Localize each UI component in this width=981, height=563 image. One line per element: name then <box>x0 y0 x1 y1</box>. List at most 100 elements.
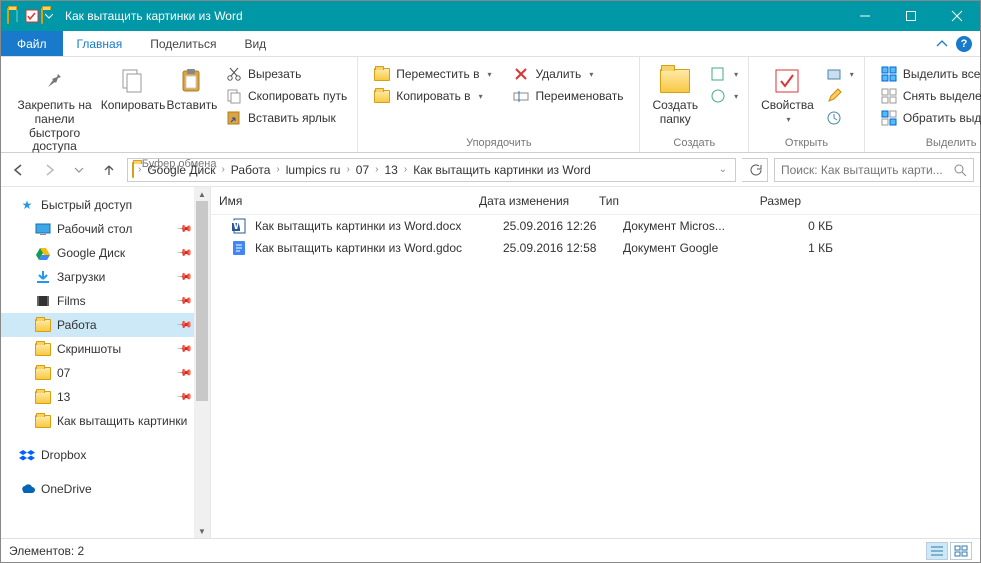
edit-button[interactable] <box>822 87 858 105</box>
sidebar-item-downloads[interactable]: Загрузки📌 <box>1 265 210 289</box>
col-date[interactable]: Дата изменения <box>479 194 599 208</box>
sidebar-item-gdrive[interactable]: Google Диск📌 <box>1 241 210 265</box>
sidebar-item-films[interactable]: Films📌 <box>1 289 210 313</box>
crumb-3[interactable]: 07 <box>352 163 373 177</box>
refresh-button[interactable] <box>742 158 768 182</box>
film-icon <box>35 293 51 309</box>
tab-file[interactable]: Файл <box>1 31 63 56</box>
pin-to-quick-access-button[interactable]: Закрепить на панели быстрого доступа <box>7 61 102 154</box>
ribbon-group-create: Создать папку ▾ ▾ Создать <box>640 57 749 152</box>
history-button[interactable] <box>822 109 858 127</box>
sidebar-dropbox[interactable]: Dropbox <box>1 443 210 467</box>
col-name[interactable]: Имя <box>219 194 479 208</box>
scroll-down-icon[interactable]: ▼ <box>194 524 210 538</box>
crumb-1[interactable]: Работа <box>227 163 275 177</box>
delete-button[interactable]: Удалить▾ <box>509 65 627 83</box>
col-type[interactable]: Тип <box>599 194 729 208</box>
tab-share[interactable]: Поделиться <box>136 31 230 56</box>
minimize-button[interactable] <box>842 1 888 31</box>
search-box[interactable] <box>774 158 974 182</box>
help-button[interactable]: ? <box>956 36 972 52</box>
copy-button[interactable]: Копировать <box>104 61 162 113</box>
organize-group-label: Упорядочить <box>358 137 639 152</box>
star-icon: ★ <box>19 197 35 213</box>
scissors-icon <box>226 66 242 82</box>
close-button[interactable] <box>934 1 980 31</box>
rename-button[interactable]: Переименовать <box>509 87 627 105</box>
file-date: 25.09.2016 12:58 <box>503 241 623 255</box>
nav-up-button[interactable] <box>97 158 121 182</box>
file-size: 1 КБ <box>753 241 833 255</box>
copy-to-button[interactable]: Копировать в▾ <box>370 87 495 105</box>
file-type: Документ Micros... <box>623 219 753 233</box>
tab-home[interactable]: Главная <box>63 31 137 56</box>
address-dropdown-icon[interactable]: ⌄ <box>713 164 733 175</box>
qat-explorer-icon[interactable] <box>7 9 9 23</box>
search-icon <box>953 163 967 177</box>
crumb-5[interactable]: Как вытащить картинки из Word <box>409 163 595 177</box>
sidebar-item-desktop[interactable]: Рабочий стол📌 <box>1 217 210 241</box>
new-folder-icon <box>659 65 691 97</box>
new-item-button[interactable]: ▾ <box>706 65 742 83</box>
window-title: Как вытащить картинки из Word <box>59 9 842 23</box>
maximize-button[interactable] <box>888 1 934 31</box>
address-bar[interactable]: › Google Диск› Работа› lumpics ru› 07› 1… <box>127 158 736 182</box>
ribbon-group-clipboard: Закрепить на панели быстрого доступа Коп… <box>1 57 358 152</box>
sidebar-item-13[interactable]: 13📌 <box>1 385 210 409</box>
pin-icon: 📌 <box>175 221 192 238</box>
cut-button[interactable]: Вырезать <box>222 65 351 83</box>
sidebar-item-screenshots[interactable]: Скриншоты📌 <box>1 337 210 361</box>
search-input[interactable] <box>781 163 953 177</box>
invert-selection-button[interactable]: Обратить выделение <box>877 109 981 127</box>
sidebar-item-label: Загрузки <box>57 270 105 284</box>
properties-button[interactable]: Свойства ▾ <box>755 61 820 124</box>
paste-button[interactable]: Вставить <box>164 61 220 113</box>
paste-icon <box>176 65 208 97</box>
paste-shortcut-icon <box>226 110 242 126</box>
delete-label: Удалить <box>535 67 581 81</box>
select-none-button[interactable]: Снять выделение <box>877 87 981 105</box>
sidebar-quick-access[interactable]: ★Быстрый доступ <box>1 193 210 217</box>
view-icons-button[interactable] <box>950 542 972 560</box>
move-to-icon <box>374 66 390 82</box>
sidebar-item-07[interactable]: 07📌 <box>1 361 210 385</box>
view-details-button[interactable] <box>926 542 948 560</box>
sidebar-onedrive[interactable]: OneDrive <box>1 477 210 501</box>
sidebar-item-work[interactable]: Работа📌 <box>1 313 210 337</box>
nav-back-button[interactable] <box>7 158 31 182</box>
qat <box>1 9 59 23</box>
qat-folder-icon[interactable] <box>41 9 43 23</box>
new-folder-button[interactable]: Создать папку <box>646 61 704 127</box>
open-button[interactable]: ▾ <box>822 65 858 83</box>
file-row[interactable]: W Как вытащить картинки из Word.docx 25.… <box>211 215 980 237</box>
titlebar: Как вытащить картинки из Word <box>1 1 980 31</box>
svg-text:W: W <box>233 218 245 232</box>
sidebar-onedrive-label: OneDrive <box>41 482 92 496</box>
move-to-button[interactable]: Переместить в▾ <box>370 65 495 83</box>
file-row[interactable]: Как вытащить картинки из Word.gdoc 25.09… <box>211 237 980 259</box>
sidebar-item-current[interactable]: Как вытащить картинки <box>1 409 210 433</box>
scroll-thumb[interactable] <box>196 201 208 401</box>
crumb-4[interactable]: 13 <box>380 163 401 177</box>
nav-forward-button[interactable] <box>37 158 61 182</box>
invert-selection-icon <box>881 110 897 126</box>
sidebar-scrollbar[interactable]: ▲ ▼ <box>194 187 210 538</box>
nav-recent-button[interactable] <box>67 158 91 182</box>
folder-icon <box>35 389 51 405</box>
sidebar-item-label: Работа <box>57 318 97 332</box>
qat-dropdown-icon[interactable] <box>45 12 53 20</box>
ribbon-collapse-icon[interactable] <box>936 38 948 50</box>
easy-access-button[interactable]: ▾ <box>706 87 742 105</box>
paste-shortcut-button[interactable]: Вставить ярлык <box>222 109 351 127</box>
col-size[interactable]: Размер <box>729 194 809 208</box>
scroll-up-icon[interactable]: ▲ <box>194 187 210 201</box>
select-all-button[interactable]: Выделить все <box>877 65 981 83</box>
tab-view[interactable]: Вид <box>230 31 280 56</box>
rename-label: Переименовать <box>535 89 623 103</box>
qat-properties-icon[interactable] <box>25 9 39 23</box>
create-group-label: Создать <box>640 137 748 152</box>
main: ★Быстрый доступ Рабочий стол📌 Google Дис… <box>1 187 980 538</box>
copy-path-button[interactable]: Скопировать путь <box>222 87 351 105</box>
crumb-0[interactable]: Google Диск <box>143 163 219 177</box>
crumb-2[interactable]: lumpics ru <box>282 163 345 177</box>
